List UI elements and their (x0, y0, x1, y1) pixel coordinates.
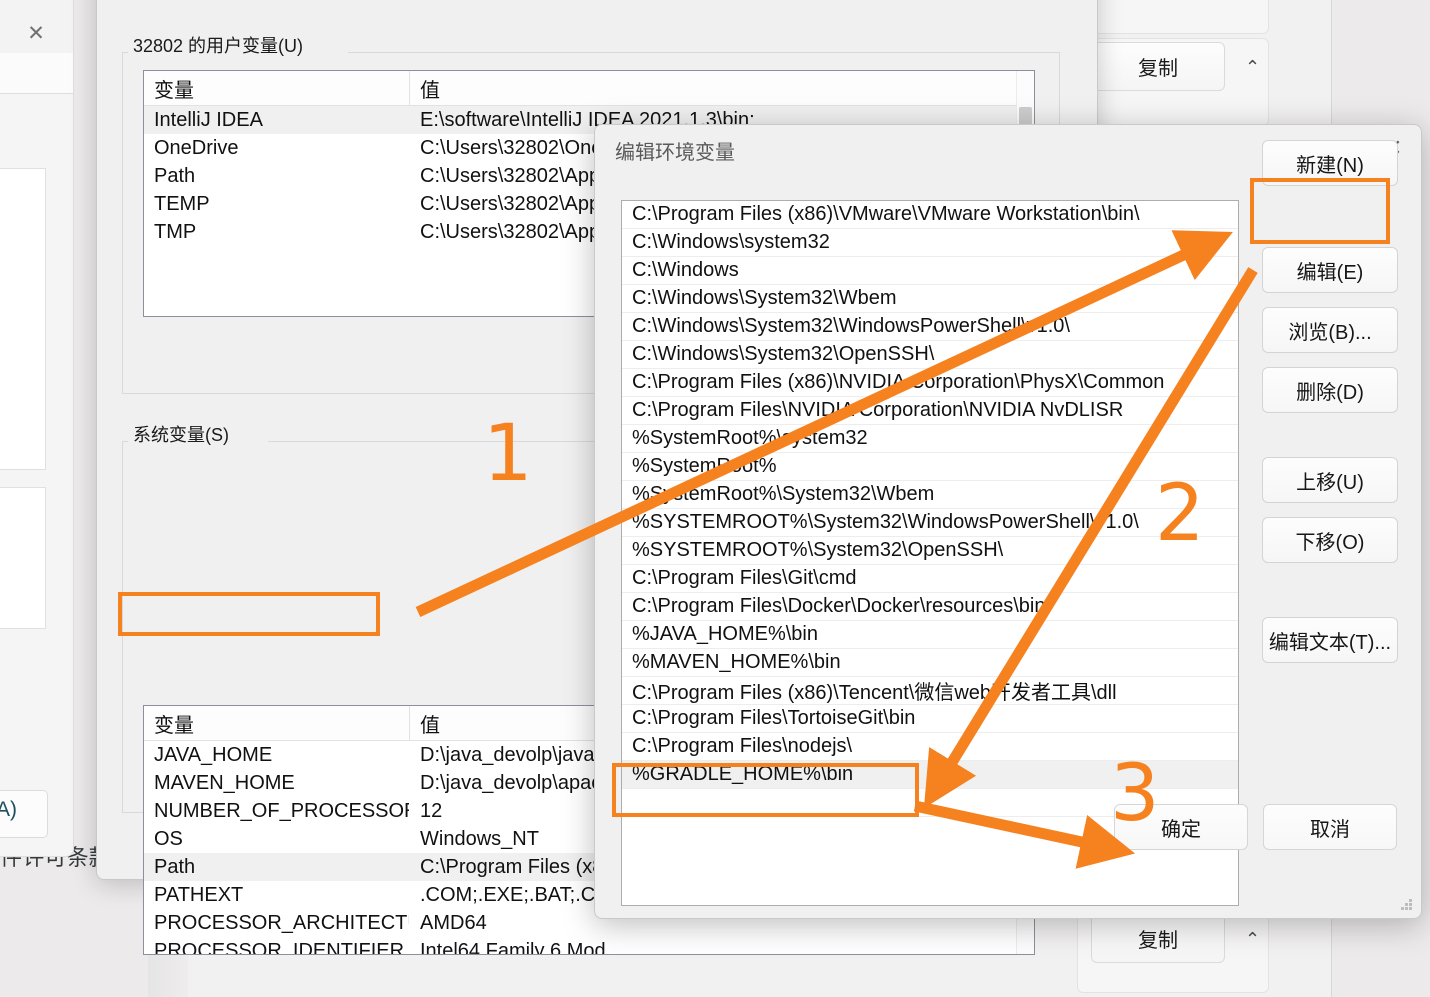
path-text: %JAVA_HOME%\bin (622, 623, 818, 646)
variable-name-cell: MAVEN_HOME (144, 769, 409, 797)
path-list-item[interactable]: C:\Program Files (x86)\Tencent\微信web开发者工… (622, 677, 1238, 705)
path-list-item[interactable]: C:\Program Files (x86)\VMware\VMware Wor… (622, 201, 1238, 229)
annotation-number-1: 1 (483, 415, 533, 493)
chevron-up-icon-bottom[interactable]: ⌃ (1245, 929, 1260, 950)
annotation-box-gradle-entry (612, 763, 919, 817)
variable-name-cell: Path (144, 162, 409, 190)
variable-name-cell: OS (144, 825, 409, 853)
edit-text-button[interactable]: 编辑文本(T)... (1262, 617, 1398, 663)
left-window-panel (0, 168, 46, 470)
path-text: C:\Windows\System32\Wbem (622, 287, 897, 310)
path-text: %SYSTEMROOT%\System32\WindowsPowerShell\… (622, 511, 1139, 534)
annotation-number-2: 2 (1155, 475, 1205, 553)
path-text: C:\Program Files (x86)\NVIDIA Corporatio… (622, 371, 1164, 394)
path-list-item[interactable]: C:\Program Files (x86)\NVIDIA Corporatio… (622, 369, 1238, 397)
left-window-panel (0, 487, 46, 629)
close-icon[interactable]: ✕ (14, 16, 58, 50)
move-down-button[interactable]: 下移(O) (1262, 517, 1398, 563)
path-list-item[interactable]: C:\Windows\System32\WindowsPowerShell\v1… (622, 313, 1238, 341)
path-text: %MAVEN_HOME%\bin (622, 651, 841, 674)
dialog-title: 编辑环境变量 (615, 136, 735, 165)
variable-name-cell: PROCESSOR_IDENTIFIER (144, 937, 409, 955)
variable-value-cell: Intel64 Family 6 Mod (410, 937, 1034, 955)
path-list-item[interactable]: %JAVA_HOME%\bin (622, 621, 1238, 649)
path-text: %SystemRoot% (622, 455, 777, 478)
path-list-item[interactable]: %MAVEN_HOME%\bin (622, 649, 1238, 677)
delete-button[interactable]: 删除(D) (1262, 367, 1398, 413)
path-list-item[interactable]: %SystemRoot%\System32\Wbem (622, 481, 1238, 509)
path-text: C:\Windows\system32 (622, 231, 830, 254)
path-list-item[interactable]: %SystemRoot% (622, 453, 1238, 481)
path-list-item[interactable]: C:\Program Files\TortoiseGit\bin (622, 705, 1238, 733)
variable-name-cell: PATHEXT (144, 881, 409, 909)
chevron-up-icon-top[interactable]: ⌃ (1245, 57, 1260, 78)
path-list-item[interactable]: C:\Program Files\Git\cmd (622, 565, 1238, 593)
variable-name-cell: PROCESSOR_ARCHITECTURE (144, 909, 409, 937)
column-header-variable: 变量 (144, 71, 409, 105)
left-window-subbar (0, 53, 74, 93)
variable-name-cell: JAVA_HOME (144, 741, 409, 769)
annotation-box-new-button (1250, 178, 1390, 244)
edit-button[interactable]: 编辑(E) (1262, 247, 1398, 293)
path-text: %SYSTEMROOT%\System32\OpenSSH\ (622, 539, 1003, 562)
variable-name-cell: Path (144, 853, 409, 881)
path-text: C:\Program Files\Docker\Docker\resources… (622, 595, 1045, 618)
annotation-box-system-path-row (118, 592, 380, 636)
variable-name-cell: TEMP (144, 190, 409, 218)
path-list-item[interactable]: C:\Program Files\Docker\Docker\resources… (622, 593, 1238, 621)
annotation-number-3: 3 (1110, 755, 1160, 833)
copy-row-top-above (1077, 0, 1269, 34)
path-text: C:\Program Files (x86)\VMware\VMware Wor… (622, 203, 1140, 226)
variable-name-cell: TMP (144, 218, 409, 246)
path-text: C:\Program Files\TortoiseGit\bin (622, 707, 915, 730)
path-text: C:\Windows\System32\OpenSSH\ (622, 343, 934, 366)
resize-grip[interactable] (1401, 899, 1413, 911)
variable-name-cell: NUMBER_OF_PROCESSORS (144, 797, 409, 825)
path-text: C:\Program Files\NVIDIA Corporation\NVID… (622, 399, 1123, 422)
copy-button-bottom[interactable]: 复制 (1091, 914, 1225, 963)
column-header-variable: 变量 (144, 706, 409, 740)
path-list-item[interactable]: %SYSTEMROOT%\System32\OpenSSH\ (622, 537, 1238, 565)
path-list-item[interactable]: C:\Program Files\NVIDIA Corporation\NVID… (622, 397, 1238, 425)
variable-name-cell: IntelliJ IDEA (144, 106, 409, 134)
move-up-button[interactable]: 上移(U) (1262, 457, 1398, 503)
path-list-item[interactable]: C:\Windows\System32\OpenSSH\ (622, 341, 1238, 369)
copy-button-top[interactable]: 复制 (1091, 42, 1225, 91)
path-list-item[interactable]: C:\Windows (622, 257, 1238, 285)
path-list-item[interactable]: %SYSTEMROOT%\System32\WindowsPowerShell\… (622, 509, 1238, 537)
system-variables-group-label: 系统变量(S) (133, 421, 229, 447)
column-header-value: 值 (410, 71, 1034, 105)
cancel-button[interactable]: 取消 (1263, 804, 1397, 850)
left-window-button-label: A) (0, 798, 17, 822)
path-text: C:\Windows (622, 259, 739, 282)
path-text: C:\Windows\System32\WindowsPowerShell\v1… (622, 315, 1070, 338)
path-list-item[interactable]: %SystemRoot%\system32 (622, 425, 1238, 453)
user-variables-group-label: 32802 的用户变量(U) (133, 32, 303, 58)
path-text: %SystemRoot%\system32 (622, 427, 868, 450)
path-list-item[interactable]: C:\Windows\system32 (622, 229, 1238, 257)
browse-button[interactable]: 浏览(B)... (1262, 307, 1398, 353)
path-text: C:\Program Files (x86)\Tencent\微信web开发者工… (622, 676, 1117, 705)
path-text: %SystemRoot%\System32\Wbem (622, 483, 934, 506)
path-text: C:\Program Files\nodejs\ (622, 735, 852, 758)
path-text: C:\Program Files\Git\cmd (622, 567, 856, 590)
table-row[interactable]: PROCESSOR_IDENTIFIERIntel64 Family 6 Mod (144, 937, 1034, 955)
variable-name-cell: OneDrive (144, 134, 409, 162)
table-header: 变量 值 (144, 71, 1034, 106)
path-list-item[interactable]: C:\Windows\System32\Wbem (622, 285, 1238, 313)
